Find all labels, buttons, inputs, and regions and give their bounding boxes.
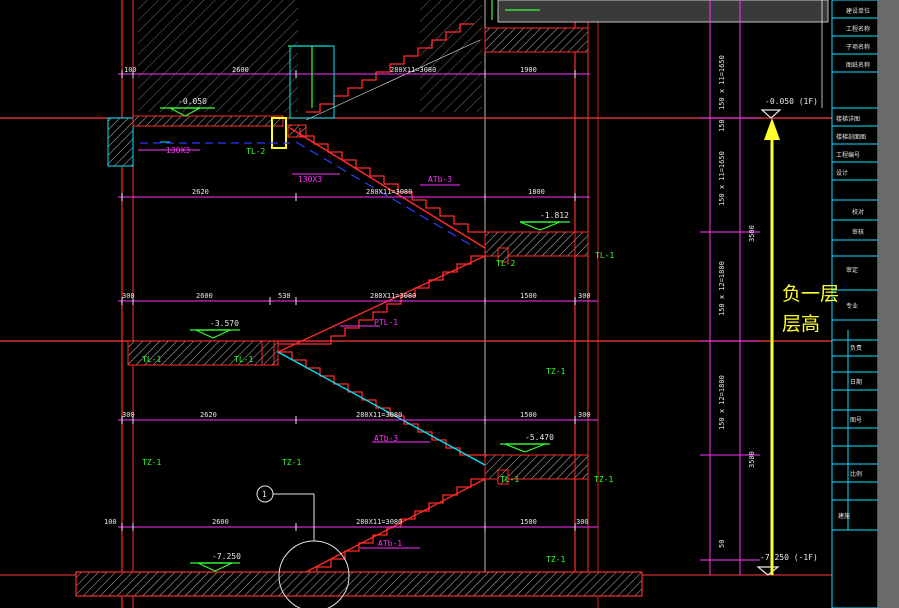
dim-r4-0: 300 [122, 411, 135, 419]
elev-bottom: -7.250 [212, 552, 241, 561]
label-tz1-a: TZ-1 [546, 367, 565, 376]
dim-r2-2: 1800 [528, 188, 545, 196]
dim-r5-4: 300 [576, 518, 589, 526]
tb-row-5: 楼梯剖面图 [836, 133, 866, 141]
vdim-4: 150 x 12=1800 [718, 261, 726, 316]
tb-row-12: 负责 [850, 344, 862, 352]
upper-wall-hatch [138, 0, 298, 112]
vdim-6: 150 x 12=1800 [718, 375, 726, 430]
dim-r1-1: 2600 [232, 66, 249, 74]
label-atb3-b: ATb-3 [374, 434, 398, 443]
elev-top: -0.050 [178, 97, 207, 106]
label-tz-top: TZ-1 [594, 475, 613, 484]
annotation-line1: 负一层 [782, 283, 839, 305]
label-tl2-a: TL-2 [246, 147, 265, 156]
tb-row-4: 楼梯详图 [836, 115, 860, 123]
annotation-line2: 层高 [782, 313, 820, 335]
tb-row-1: 工程名称 [846, 25, 870, 33]
vdim-2: 3500 [748, 225, 756, 242]
dim-r4-3: 1500 [520, 411, 537, 419]
tb-row-9: 审核 [852, 228, 864, 236]
dim-r5-3: 1500 [520, 518, 537, 526]
elev-mid-left: -3.570 [210, 319, 239, 328]
vdim-7: 50 [718, 540, 726, 548]
label-beam-a: 130X3 [166, 146, 190, 155]
vdim-1: 150 [718, 119, 726, 132]
tb-row-11: 专业 [846, 302, 858, 310]
dim-r5-2: 280X11=3080 [356, 518, 402, 526]
tb-row-2: 子项名称 [846, 43, 870, 51]
dim-r1-5: 1900 [520, 66, 537, 74]
label-detail-num: 1 [262, 490, 267, 499]
label-beam-b: 130X3 [298, 175, 322, 184]
label-tz1-c: TZ-1 [282, 458, 301, 467]
vdim-0: 150 x 11=1650 [718, 55, 726, 110]
label-tz1-b: TZ-1 [142, 458, 161, 467]
tb-row-13: 日期 [850, 378, 862, 386]
dim-r3-4: 1500 [520, 292, 537, 300]
dim-r3-1: 2600 [196, 292, 213, 300]
tb-row-6: 工程编号 [836, 151, 860, 159]
label-tz1-d: TZ-1 [546, 555, 565, 564]
dim-r3-0: 300 [122, 292, 135, 300]
top-right-landing [484, 27, 589, 53]
tb-row-0: 建设单位 [846, 7, 870, 15]
elev-right-bottom: -7.250 (-1F) [760, 553, 818, 562]
left-wall-block-top [107, 117, 134, 167]
label-atb1: ATb-1 [378, 539, 402, 548]
ground-slab [75, 571, 643, 597]
label-tl1-c: TL-1 [234, 355, 253, 364]
label-tl1-b: TL-1 [142, 355, 161, 364]
upper-wall-hatch-right [420, 0, 482, 112]
label-tl2-b: TL-2 [496, 259, 515, 268]
label-atb3-a: ATb-3 [428, 175, 452, 184]
dim-r4-1: 2620 [200, 411, 217, 419]
vdim-3: 150 x 11=1650 [718, 151, 726, 206]
stair-section-drawing: -0.050 -1.812 -3.570 -5.470 -7.250 -0.05… [0, 0, 899, 608]
label-tl1-a: TL-1 [595, 251, 614, 260]
tb-row-7: 设计 [836, 169, 848, 177]
elev-lower-right: -5.470 [525, 433, 554, 442]
yellow-height-arrow [764, 118, 780, 575]
dim-r2-0: 2620 [192, 188, 209, 196]
dim-r4-4: 300 [578, 411, 591, 419]
tb-row-3: 图纸名称 [846, 61, 870, 69]
dim-r2-1: 280X11=3080 [366, 188, 412, 196]
dim-r3-3: 280X11=3080 [370, 292, 416, 300]
dim-r5-0: 100 [104, 518, 117, 526]
label-tl1-d: TL-1 [500, 475, 519, 484]
vdim-5: 3500 [748, 451, 756, 468]
dim-r5-1: 2600 [212, 518, 229, 526]
tb-row-14: 图号 [850, 417, 862, 424]
label-pl-a: PTL-1 [374, 318, 398, 327]
elev-right-top: -0.050 (1F) [765, 97, 818, 106]
tb-row-8: 校对 [852, 208, 864, 216]
dim-r1-3: 280X11=3080 [390, 66, 436, 74]
dim-r3-5: 300 [578, 292, 591, 300]
beam-small [287, 124, 307, 138]
tb-row-10: 审定 [846, 266, 858, 274]
elev-mid-right: -1.812 [540, 211, 569, 220]
tb-row-16: 建施 [838, 512, 850, 520]
landing-slab-top [132, 115, 284, 127]
dim-r4-2: 280X11=3080 [356, 411, 402, 419]
tb-row-15: 比例 [850, 470, 862, 478]
dim-r3-2: 530 [278, 292, 291, 300]
top-slab [497, 0, 829, 23]
dim-r1-0: 100 [124, 66, 137, 74]
